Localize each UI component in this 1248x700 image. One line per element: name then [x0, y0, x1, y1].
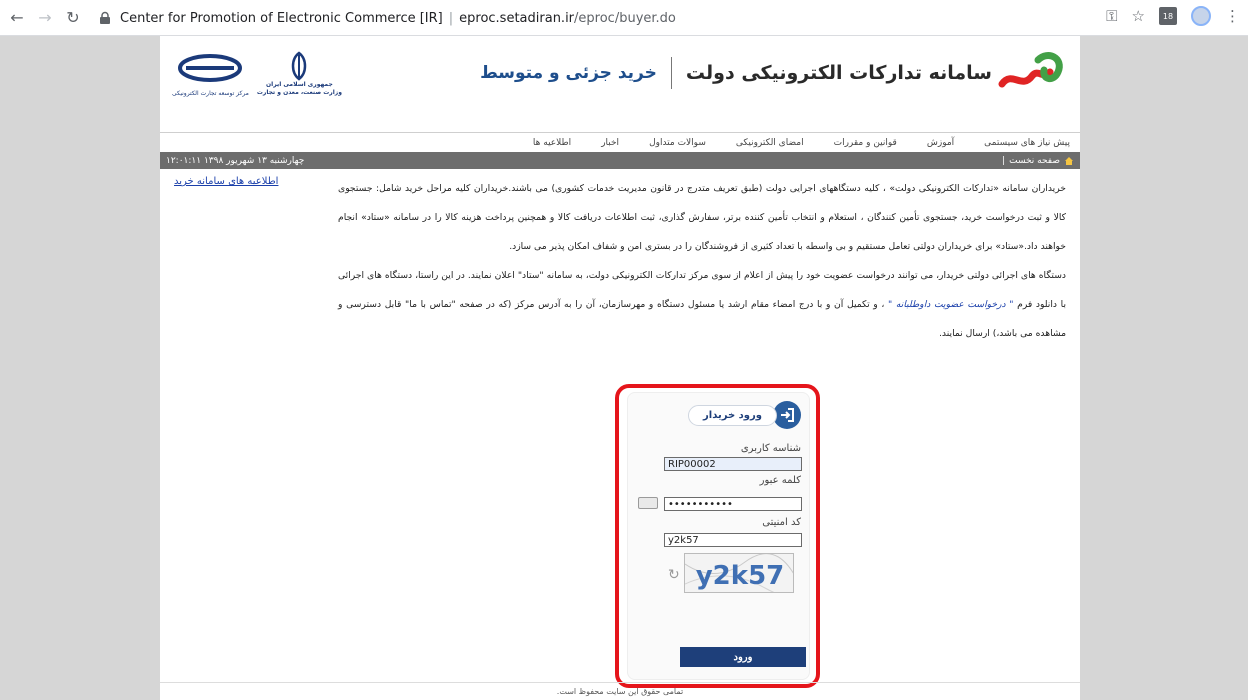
star-icon[interactable]: ☆	[1132, 7, 1145, 25]
login-enter-icon	[773, 401, 801, 429]
tpo-text: مرکز توسعه تجارت الکترونیکی	[172, 90, 249, 97]
site-identity: Center for Promotion of Electronic Comme…	[120, 10, 443, 26]
captcha-label: کد امنیتی	[762, 517, 801, 528]
gov-line2: وزارت صنعت، معدن و تجارت	[256, 89, 342, 96]
profile-avatar-icon[interactable]	[1191, 6, 1211, 26]
footer: تمامی حقوق این سایت محفوظ است.	[160, 682, 1080, 700]
url-host: eproc.setadiran.ir	[459, 10, 575, 26]
main-menu: پیش نیاز های سیستمی آموزش قوانین و مقررا…	[160, 132, 1080, 152]
lock-icon	[100, 11, 110, 24]
home-icon	[1065, 156, 1073, 165]
reload-icon[interactable]: ↻	[62, 7, 84, 29]
intro-paragraph-2: دستگاه های اجرائی دولتی خریدار، می توانن…	[338, 261, 1066, 348]
address-bar[interactable]: Center for Promotion of Electronic Comme…	[98, 5, 1078, 31]
brand-subtitle: خرید جزئی و متوسط	[480, 63, 657, 83]
menu-item-faq[interactable]: سوالات متداول	[649, 138, 706, 148]
gov-emblem-block: جمهوری اسلامی ایران وزارت صنعت، معدن و ت…	[257, 51, 342, 97]
login-title: ورود خریدار	[688, 404, 777, 426]
login-form: ورود خریدار شناسه کاربری کلمه عبور کد ام…	[627, 392, 810, 680]
page-container: مرکز توسعه تجارت الکترونیکی جمهوری اسلام…	[160, 36, 1080, 700]
intro-text: خریداران سامانه «تدارکات الکترونیکی دولت…	[338, 174, 1066, 348]
iran-emblem-icon	[292, 51, 307, 81]
breadcrumb-separator: |	[1002, 155, 1006, 166]
captcha-input[interactable]	[664, 533, 802, 547]
menu-item-rules[interactable]: قوانین و مقررات	[834, 138, 897, 148]
intro-paragraph-1: خریداران سامانه «تدارکات الکترونیکی دولت…	[338, 183, 1066, 252]
setad-logo-icon	[998, 52, 1063, 88]
refresh-captcha-icon[interactable]: ↻	[668, 567, 682, 583]
breadcrumb-home[interactable]: صفحه نخست	[1009, 156, 1060, 166]
back-icon[interactable]: ←	[6, 7, 28, 29]
gov-line1: جمهوری اسلامی ایران	[266, 81, 333, 88]
login-panel: ورود خریدار شناسه کاربری کلمه عبور کد ام…	[615, 384, 820, 688]
captcha-image: y2k57	[684, 553, 794, 593]
gov-logos: مرکز توسعه تجارت الکترونیکی جمهوری اسلام…	[172, 50, 342, 97]
menu-item-prerequisites[interactable]: پیش نیاز های سیستمی	[984, 138, 1070, 148]
key-icon[interactable]: ⚿	[1106, 7, 1117, 25]
breadcrumb[interactable]: صفحه نخست |	[1002, 156, 1074, 166]
password-input[interactable]	[664, 497, 802, 511]
browser-toolbar: ← → ↻ Center for Promotion of Electronic…	[0, 0, 1248, 36]
brand-divider	[670, 57, 672, 89]
virtual-keyboard-icon[interactable]	[638, 497, 658, 509]
site-header: مرکز توسعه تجارت الکترونیکی جمهوری اسلام…	[160, 36, 1080, 132]
url-separator: |	[448, 10, 454, 26]
page-viewport: مرکز توسعه تجارت الکترونیکی جمهوری اسلام…	[0, 36, 1248, 700]
date-time: چهارشنبه ۱۳ شهریور ۱۳۹۸ ۱۲:۰۱:۱۱	[166, 155, 305, 166]
tpo-logo-icon	[178, 54, 243, 82]
username-label: شناسه کاربری	[740, 443, 801, 454]
captcha-image-text: y2k57	[696, 561, 785, 591]
menu-item-news[interactable]: اخبار	[601, 138, 619, 148]
username-input[interactable]	[664, 457, 802, 471]
brand-title: سامانه تدارکات الکترونیکی دولت	[685, 62, 992, 84]
extension-icon[interactable]: 18	[1159, 7, 1177, 25]
menu-item-training[interactable]: آموزش	[927, 138, 954, 148]
tpo-logo-block: مرکز توسعه تجارت الکترونیکی	[172, 50, 249, 97]
forward-icon[interactable]: →	[34, 7, 56, 29]
status-bar: صفحه نخست | چهارشنبه ۱۳ شهریور ۱۳۹۸ ۱۲:۰…	[160, 152, 1080, 169]
brand: سامانه تدارکات الکترونیکی دولت خرید جزئی…	[480, 50, 1068, 96]
url-path: /eproc/buyer.do	[574, 10, 676, 26]
login-header: ورود خریدار	[688, 401, 801, 429]
copyright-text: تمامی حقوق این سایت محفوظ است.	[556, 687, 684, 696]
menu-kebab-icon[interactable]: ⋮	[1225, 7, 1240, 25]
password-label: کلمه عبور	[759, 475, 801, 486]
menu-item-announcements[interactable]: اطلاعیه ها	[533, 138, 571, 148]
login-submit-button[interactable]: ورود	[680, 647, 806, 667]
membership-form-link[interactable]: " درخواست عضویت داوطلبانه "	[888, 299, 1014, 310]
announcements-link[interactable]: اطلاعیه های سامانه خرید	[174, 176, 278, 187]
menu-item-esignature[interactable]: امضای الکترونیکی	[736, 138, 804, 148]
